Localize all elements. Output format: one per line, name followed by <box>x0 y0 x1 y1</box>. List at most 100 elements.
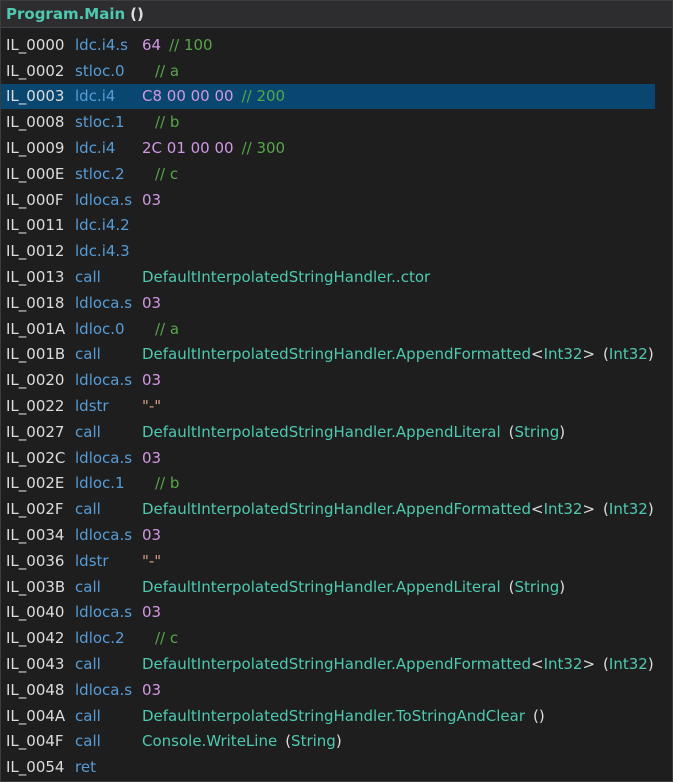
il-generic-open: < <box>530 345 544 364</box>
il-opcode: ldloca.s <box>75 680 133 699</box>
il-instruction-row[interactable]: IL_0042 ldloc.2 // c <box>1 625 672 651</box>
il-offset-label: IL_0034 <box>6 526 65 545</box>
il-operand: 03 <box>142 449 161 467</box>
il-call-target[interactable]: DefaultInterpolatedStringHandler.AppendL… <box>142 578 501 596</box>
il-signature-type[interactable]: Int32 <box>609 345 648 363</box>
il-operand: // a <box>142 62 179 80</box>
il-signature-close: ) <box>647 655 654 674</box>
il-signature-type[interactable]: Int32 <box>609 655 648 673</box>
il-instruction-row[interactable]: IL_002E ldloc.1 // b <box>1 471 672 497</box>
il-instruction-row[interactable]: IL_0009 ldc.i4 2C 01 00 00 // 300 <box>1 135 672 161</box>
il-offset-label: IL_000E <box>6 164 65 183</box>
il-opcode: ldloc.2 <box>75 629 125 648</box>
il-variable-comment: // a <box>155 61 180 80</box>
il-signature-close: ) <box>538 706 545 725</box>
il-operand: 03 <box>142 294 161 312</box>
il-operand-number: 03 <box>142 293 162 312</box>
il-instruction-row[interactable]: IL_002C ldloca.s 03 <box>1 445 672 471</box>
il-offset-label: IL_0022 <box>6 397 65 416</box>
il-call-target[interactable]: DefaultInterpolatedStringHandler.AppendL… <box>142 423 501 441</box>
il-operand: DefaultInterpolatedStringHandler.AppendF… <box>142 655 654 673</box>
il-generic-close: > <box>582 500 596 519</box>
il-opcode: ldc.i4.s <box>75 35 128 54</box>
il-variable-comment: // b <box>155 113 180 132</box>
il-offset-label: IL_0009 <box>6 139 65 158</box>
il-offset-label: IL_0036 <box>6 551 65 570</box>
il-operand-number: 03 <box>142 190 162 209</box>
il-generic-open: < <box>530 500 544 519</box>
il-operand: DefaultInterpolatedStringHandler.AppendF… <box>142 345 654 363</box>
il-instruction-row[interactable]: IL_0036 ldstr "-" <box>1 548 672 574</box>
il-instruction-row[interactable]: IL_0043 call DefaultInterpolatedStringHand… <box>1 651 672 677</box>
il-instruction-row[interactable]: IL_0002 stloc.0 // a <box>1 58 672 84</box>
il-opcode: ldloca.s <box>75 371 133 390</box>
il-instruction-row[interactable]: IL_002F call DefaultInterpolatedStringHand… <box>1 496 672 522</box>
il-generic-type[interactable]: Int32 <box>544 655 583 673</box>
il-operand: // b <box>142 474 179 492</box>
il-operand: DefaultInterpolatedStringHandler..ctor <box>142 268 430 286</box>
il-operand: // c <box>142 629 178 647</box>
il-instruction-row[interactable]: IL_0013 call DefaultInterpolatedStringHand… <box>1 264 672 290</box>
method-header: Program.Main () <box>1 1 672 28</box>
il-offset-label: IL_0003 <box>6 87 65 106</box>
il-signature-type[interactable]: String <box>515 578 560 596</box>
il-instruction-row[interactable]: IL_0003 ldc.i4 C8 00 00 00 // 200 <box>1 83 655 110</box>
il-value-comment: // 300 <box>241 139 286 158</box>
il-offset-label: IL_0002 <box>6 61 65 80</box>
il-operand: 64 // 100 <box>142 36 213 54</box>
il-signature-type[interactable]: String <box>291 732 336 750</box>
il-signature-close: ) <box>335 732 342 751</box>
il-call-target[interactable]: DefaultInterpolatedStringHandler..ctor <box>142 268 430 286</box>
il-signature-type[interactable]: String <box>515 423 560 441</box>
il-instruction-row[interactable]: IL_0027 call DefaultInterpolatedStringHand… <box>1 419 672 445</box>
il-instruction-row[interactable]: IL_000E stloc.2 // c <box>1 161 672 187</box>
il-instruction-row[interactable]: IL_001A ldloc.0 // a <box>1 316 672 342</box>
il-call-target[interactable]: DefaultInterpolatedStringHandler.ToStrin… <box>142 707 525 725</box>
il-instruction-row[interactable]: IL_0012 ldc.i4.3 <box>1 238 672 264</box>
il-instruction-row[interactable]: IL_000F ldloca.s 03 <box>1 187 672 213</box>
il-opcode: ldloca.s <box>75 190 133 209</box>
il-opcode: ldstr <box>75 551 109 570</box>
il-instruction-row[interactable]: IL_003B call DefaultInterpolatedStringHand… <box>1 574 672 600</box>
il-operand-string: "-" <box>142 551 162 570</box>
il-instruction-row[interactable]: IL_0034 ldloca.s 03 <box>1 522 672 548</box>
il-operand: 03 <box>142 371 161 389</box>
method-name[interactable]: Program.Main <box>6 5 125 23</box>
il-instruction-row[interactable]: IL_0020 ldloca.s 03 <box>1 367 672 393</box>
il-instruction-row[interactable]: IL_004A call DefaultInterpolatedStringHand… <box>1 703 672 729</box>
il-instruction-row[interactable]: IL_0048 ldloca.s 03 <box>1 677 672 703</box>
il-instruction-row[interactable]: IL_0018 ldloca.s 03 <box>1 290 672 316</box>
il-instruction-row[interactable]: IL_0054 ret <box>1 754 672 780</box>
il-instruction-row[interactable]: IL_004F call Console.WriteLine(String) <box>1 729 672 755</box>
il-instruction-row[interactable]: IL_001B call DefaultInterpolatedStringHand… <box>1 342 672 368</box>
il-variable-comment: // a <box>155 319 180 338</box>
il-signature-close: ) <box>559 422 566 441</box>
il-operand: "-" <box>142 397 161 415</box>
il-call-target[interactable]: DefaultInterpolatedStringHandler.AppendF… <box>142 500 531 518</box>
il-generic-type[interactable]: Int32 <box>544 500 583 518</box>
il-opcode: call <box>75 268 101 287</box>
il-opcode: call <box>75 500 101 519</box>
il-opcode: call <box>75 706 101 725</box>
il-operand-number: 03 <box>142 448 162 467</box>
il-offset-label: IL_002C <box>6 448 66 467</box>
il-offset-label: IL_0054 <box>6 758 65 777</box>
il-instruction-row[interactable]: IL_0008 stloc.1 // b <box>1 109 672 135</box>
il-operand: 03 <box>142 603 161 621</box>
il-operand-string: "-" <box>142 397 162 416</box>
il-call-target[interactable]: Console.WriteLine <box>142 732 277 750</box>
il-instruction-row[interactable]: IL_0022 ldstr "-" <box>1 393 672 419</box>
il-operand: 03 <box>142 526 161 544</box>
il-call-target[interactable]: DefaultInterpolatedStringHandler.AppendF… <box>142 655 531 673</box>
il-offset-label: IL_0011 <box>6 216 65 235</box>
il-offset-label: IL_001B <box>6 345 66 364</box>
il-opcode: ldloc.1 <box>75 474 125 493</box>
il-generic-type[interactable]: Int32 <box>544 345 583 363</box>
il-instruction-row[interactable]: IL_0040 ldloca.s 03 <box>1 600 672 626</box>
il-instruction-row[interactable]: IL_0000 ldc.i4.s 64 // 100 <box>1 32 672 58</box>
il-operand: C8 00 00 00 // 200 <box>142 87 285 105</box>
il-instruction-row[interactable]: IL_0011 ldc.i4.2 <box>1 213 672 239</box>
il-signature-type[interactable]: Int32 <box>609 500 648 518</box>
il-opcode: ldc.i4.2 <box>75 216 130 235</box>
il-call-target[interactable]: DefaultInterpolatedStringHandler.AppendF… <box>142 345 531 363</box>
